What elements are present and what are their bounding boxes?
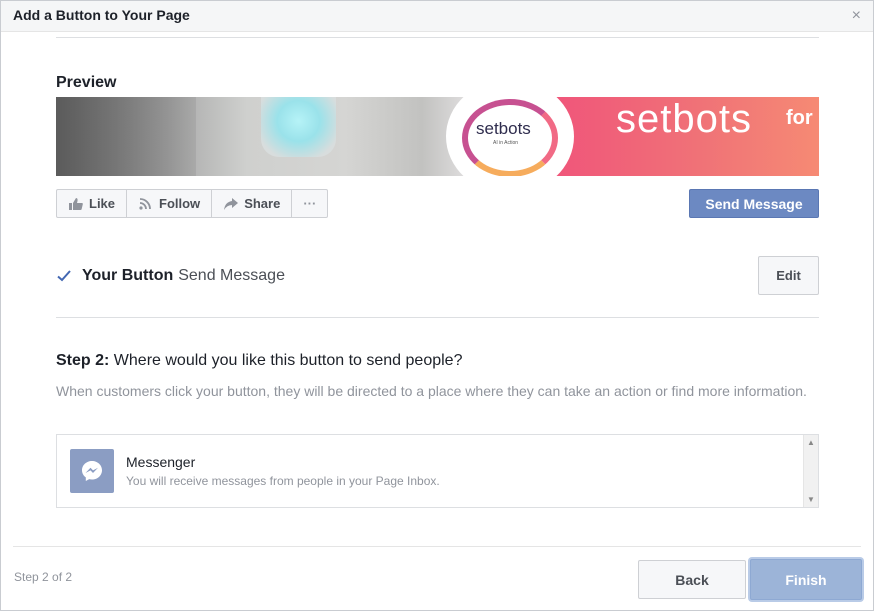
messenger-glyph	[82, 461, 102, 481]
back-button[interactable]: Back	[638, 560, 746, 599]
follow-label: Follow	[159, 196, 201, 211]
cover-brand-suffix: for	[786, 107, 813, 129]
checkmark-icon	[57, 270, 71, 282]
step-question: Where would you like this button to send…	[113, 352, 463, 369]
destination-name: Messenger	[126, 454, 196, 470]
dialog-header: Add a Button to Your Page ×	[1, 1, 873, 32]
cover-logo-subtext: AI in Action	[493, 140, 519, 146]
more-icon: ···	[303, 196, 317, 211]
step-description: When customers click your button, they w…	[56, 383, 807, 399]
close-icon[interactable]: ×	[852, 6, 861, 26]
edit-button[interactable]: Edit	[758, 256, 819, 295]
your-button-label: Your Button	[82, 267, 174, 284]
footer-divider	[13, 546, 861, 547]
scroll-down-icon[interactable]: ▼	[807, 495, 815, 504]
step-indicator: Step 2 of 2	[14, 570, 73, 584]
add-button-dialog: Add a Button to Your Page × Preview setb…	[0, 0, 874, 611]
finish-button[interactable]: Finish	[750, 559, 862, 600]
cover-device-graphic	[261, 97, 336, 157]
share-label: Share	[244, 196, 281, 211]
scroll-up-icon[interactable]: ▲	[807, 438, 815, 447]
step-heading: Step 2: Where would you like this button…	[56, 352, 462, 370]
like-button[interactable]: Like	[57, 190, 128, 217]
messenger-icon	[70, 449, 114, 493]
page-action-bar: Like Follow Share ···	[56, 189, 329, 218]
destination-scrollbar[interactable]: ▲ ▼	[803, 435, 818, 507]
destination-subtitle: You will receive messages from people in…	[126, 474, 440, 488]
like-label: Like	[89, 196, 116, 211]
follow-button[interactable]: Follow	[127, 190, 213, 217]
thumbs-up-icon	[69, 197, 83, 210]
cover-shade	[56, 97, 196, 176]
divider	[56, 317, 819, 318]
your-button-value: Send Message	[178, 267, 285, 284]
dialog-title: Add a Button to Your Page	[13, 7, 190, 23]
cover-brand-text: setbots	[616, 97, 752, 141]
share-arrow-icon	[224, 197, 239, 210]
destination-item-messenger[interactable]: Messenger You will receive messages from…	[70, 449, 440, 493]
preview-heading: Preview	[56, 74, 117, 91]
step-prefix: Step 2:	[56, 352, 110, 369]
cover-logo-text: setbots	[476, 119, 531, 138]
your-button-summary: Your Button Send Message	[56, 264, 285, 288]
destination-text: Messenger You will receive messages from…	[126, 454, 440, 493]
divider	[56, 37, 819, 38]
more-button[interactable]: ···	[292, 190, 327, 217]
destination-list: Messenger You will receive messages from…	[56, 434, 819, 508]
rss-icon	[139, 197, 151, 210]
share-button[interactable]: Share	[212, 190, 293, 217]
cover-photo: setbots AI in Action setbots for	[56, 97, 819, 176]
send-message-preview-button[interactable]: Send Message	[689, 189, 819, 218]
